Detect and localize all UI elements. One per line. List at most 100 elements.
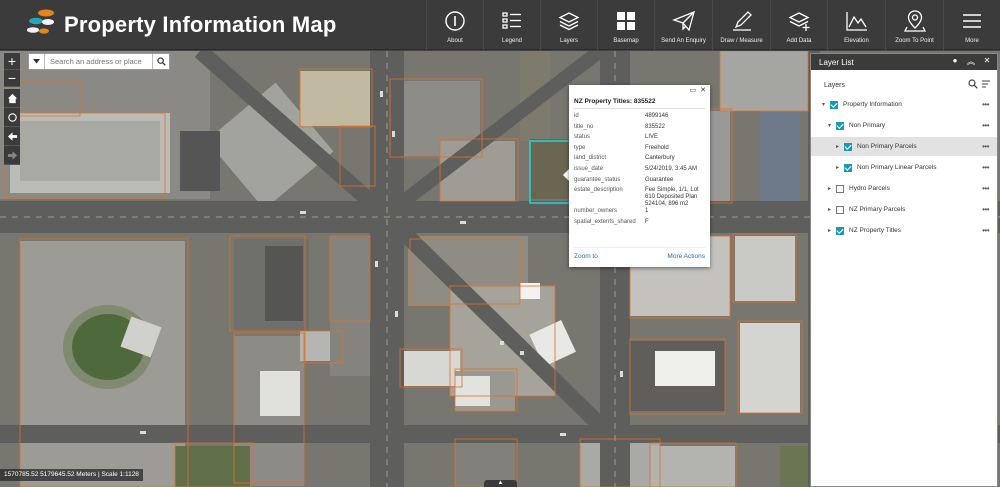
basemap-icon [617, 12, 635, 30]
caret-down-icon [33, 59, 40, 64]
close-icon[interactable]: ✕ [981, 56, 993, 67]
attribute-row: guarantee_status Guarantee [574, 177, 706, 188]
attribute-row: issue_date 5/24/2019, 3:45 AM [574, 166, 706, 177]
search-widget [28, 53, 170, 70]
popup-footer: Zoom to More Actions [574, 253, 705, 260]
home-button[interactable] [4, 89, 20, 108]
add-data-button[interactable]: Add Data [770, 0, 827, 50]
attribute-key: estate_description [574, 187, 623, 194]
zoom-controls: + − [4, 53, 20, 87]
layer-checkbox[interactable] [844, 163, 852, 172]
maximize-icon[interactable]: ▭ [690, 86, 697, 94]
layer-checkbox[interactable] [836, 184, 844, 193]
layer-row-non-primary-linear-parcels[interactable]: ▸ Non Primary Linear Parcels ••• [811, 158, 997, 177]
popup-attributes: id 4899146 title_no 835522 status LIVE type… [574, 113, 706, 229]
popup-header: ▭ ✕ [569, 85, 710, 95]
more-options-icon[interactable]: ••• [982, 184, 989, 193]
attribute-key: number_owners [574, 208, 618, 215]
more-options-icon[interactable]: ••• [982, 100, 989, 109]
layer-name: NZ Primary Parcels [849, 206, 906, 213]
search-source-dropdown[interactable] [29, 54, 45, 69]
more-actions-link[interactable]: More Actions [667, 253, 705, 260]
more-options-icon[interactable]: ••• [982, 121, 989, 130]
expand-toggle-icon[interactable]: ▸ [828, 227, 836, 234]
layer-list-title: Layer List [819, 57, 854, 67]
arrow-right-icon [7, 150, 17, 160]
elevation-button[interactable]: Elevation [827, 0, 885, 50]
layer-checkbox[interactable] [836, 121, 844, 130]
layer-checkbox[interactable] [830, 100, 838, 109]
zoom-out-button[interactable]: − [4, 70, 20, 87]
legend-button[interactable]: Legend [483, 0, 540, 50]
legend-icon [502, 12, 521, 29]
attribute-value: F [645, 218, 649, 225]
layer-name: Property Information [843, 101, 902, 108]
more-button[interactable]: More [943, 0, 1000, 50]
map-pin-icon [903, 10, 926, 32]
attribute-table-toggle[interactable]: ▲ [484, 480, 517, 487]
expand-toggle-icon[interactable]: ▾ [822, 101, 830, 108]
attribute-value: 5/24/2019, 3:45 AM [645, 165, 698, 172]
attribute-value: Guarantee [645, 176, 674, 183]
search-icon[interactable] [968, 79, 978, 89]
layer-name: Non Primary Linear Parcels [857, 164, 937, 171]
attribute-key: spatial_extents_shared [574, 218, 636, 225]
attribute-key: land_district [574, 155, 607, 162]
help-icon[interactable]: ● [949, 56, 961, 67]
layer-row-nz-primary-parcels[interactable]: ▸ NZ Primary Parcels ••• [811, 200, 997, 219]
zoom-to-point-button[interactable]: Zoom To Point [885, 0, 943, 50]
expand-toggle-icon[interactable]: ▸ [828, 185, 836, 192]
expand-toggle-icon[interactable]: ▸ [836, 143, 844, 150]
expand-toggle-icon[interactable]: ▸ [828, 206, 836, 213]
search-icon [156, 57, 166, 66]
attribute-value: LIVE [645, 134, 659, 141]
about-button[interactable]: About [426, 0, 483, 50]
basemap-button[interactable]: Basemap [597, 0, 654, 50]
collapse-icon[interactable]: ︽ [965, 56, 977, 67]
search-input[interactable] [45, 54, 152, 69]
draw-measure-button[interactable]: Draw / Measure [712, 0, 770, 50]
attribute-key: issue_date [574, 165, 604, 172]
layer-checkbox[interactable] [836, 205, 844, 214]
send-enquiry-label: Send An Enquiry [661, 38, 706, 44]
more-options-icon[interactable]: ••• [982, 205, 989, 214]
more-options-icon[interactable]: ••• [982, 142, 989, 151]
attribute-row: spatial_extents_shared F [574, 219, 706, 230]
pencil-icon [732, 11, 752, 31]
layer-checkbox[interactable] [836, 226, 844, 235]
locate-button[interactable] [4, 108, 20, 127]
more-options-icon[interactable]: ••• [982, 163, 989, 172]
layer-row-nz-property-titles[interactable]: ▸ NZ Property Titles ••• [811, 221, 997, 240]
send-enquiry-button[interactable]: Send An Enquiry [654, 0, 712, 50]
next-extent-button[interactable] [4, 146, 20, 165]
feature-popup: ▭ ✕ NZ Property Titles: 835522 id 4899146… [569, 85, 710, 267]
more-options-icon[interactable]: ••• [982, 226, 989, 235]
layer-row-property-information[interactable]: ▾ Property Information ••• [811, 95, 997, 114]
zoom-to-link[interactable]: Zoom to [574, 253, 598, 260]
layer-row-non-primary[interactable]: ▾ Non Primary ••• [811, 116, 997, 135]
layers-button[interactable]: Layers [540, 0, 597, 50]
hamburger-icon [963, 14, 981, 28]
attribute-value: Fee Simple, 1/1, Lot 610 Deposited Plan … [645, 187, 699, 208]
attribute-value: 1 [645, 208, 649, 215]
search-button[interactable] [152, 54, 169, 69]
attribute-key: title_no [574, 123, 594, 130]
close-icon[interactable]: ✕ [700, 86, 706, 94]
info-icon [445, 11, 465, 31]
layer-name: NZ Property Titles [849, 227, 902, 234]
zoom-in-button[interactable]: + [4, 53, 20, 70]
attribute-row: estate_description Fee Simple, 1/1, Lot 6… [574, 187, 706, 208]
layer-checkbox[interactable] [844, 142, 852, 151]
filter-list-icon[interactable] [981, 79, 991, 89]
attribute-value: 4899146 [645, 113, 669, 119]
expand-toggle-icon[interactable]: ▸ [836, 164, 844, 171]
draw-measure-label: Draw / Measure [720, 38, 763, 44]
arrow-left-icon [7, 131, 17, 141]
layer-row-hydro-parcels[interactable]: ▸ Hydro Parcels ••• [811, 179, 997, 198]
layer-row-non-primary-parcels[interactable]: ▸ Non Primary Parcels ••• [811, 137, 997, 156]
attribute-key: status [574, 134, 591, 141]
previous-extent-button[interactable] [4, 127, 20, 146]
attribute-row: title_no 835522 [574, 124, 706, 135]
expand-toggle-icon[interactable]: ▾ [828, 122, 836, 129]
add-data-icon [788, 12, 810, 31]
